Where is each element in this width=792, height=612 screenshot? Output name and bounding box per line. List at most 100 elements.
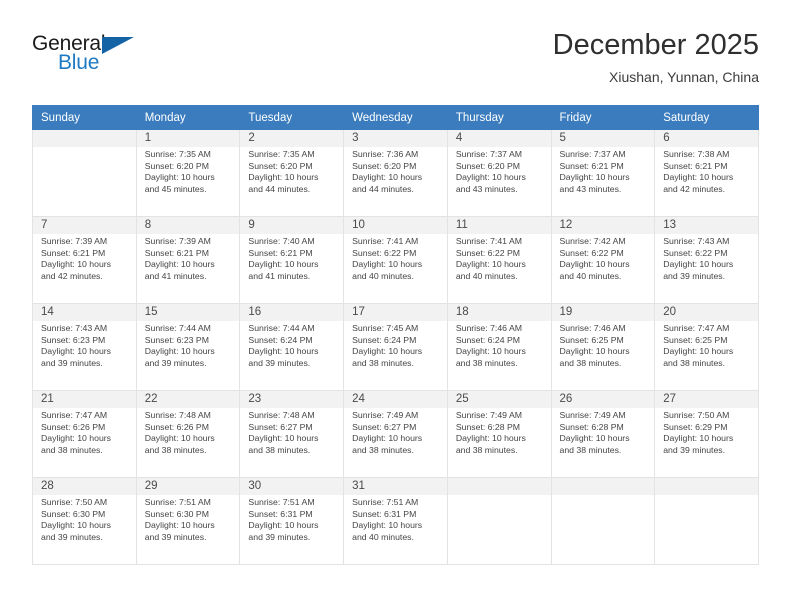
calendar-day-cell[interactable]: 5 Sunrise: 7:37 AM Sunset: 6:21 PM Daylight… xyxy=(550,129,656,217)
day-info-line: and 43 minutes. xyxy=(559,183,622,194)
day-info-line: Sunrise: 7:42 AM xyxy=(559,236,626,246)
calendar-day-cell-empty xyxy=(32,129,137,217)
day-info-line: Sunset: 6:24 PM xyxy=(455,334,521,345)
day-number: 22 xyxy=(136,391,240,408)
day-info-line: Daylight: 10 hours xyxy=(663,259,734,270)
day-info-line: Daylight: 10 hours xyxy=(663,172,734,183)
calendar-day-cell[interactable]: 9 Sunrise: 7:40 AM Sunset: 6:21 PM Daylight… xyxy=(239,216,345,304)
day-info-line: Daylight: 10 hours xyxy=(248,172,319,183)
day-info-line: Sunrise: 7:47 AM xyxy=(663,323,730,333)
calendar-week-row: 1 Sunrise: 7:35 AM Sunset: 6:20 PM Daylight… xyxy=(32,129,759,217)
day-cell-content: 6 Sunrise: 7:38 AM Sunset: 6:21 PM Daylight… xyxy=(655,130,758,216)
calendar-day-cell[interactable]: 30 Sunrise: 7:51 AM Sunset: 6:31 PM Dayligh… xyxy=(239,477,345,565)
calendar-day-cell[interactable]: 3 Sunrise: 7:36 AM Sunset: 6:20 PM Daylight… xyxy=(343,129,448,217)
calendar-day-cell[interactable]: 16 Sunrise: 7:44 AM Sunset: 6:24 PM Dayligh… xyxy=(239,303,345,391)
day-info-line: Sunrise: 7:36 AM xyxy=(352,149,419,159)
day-sun-info: Sunrise: 7:37 AM Sunset: 6:21 PM Daylight:… xyxy=(552,147,655,195)
calendar-day-cell[interactable]: 26 Sunrise: 7:49 AM Sunset: 6:28 PM Dayligh… xyxy=(550,390,656,478)
day-info-line: Daylight: 10 hours xyxy=(352,172,423,183)
day-sun-info: Sunrise: 7:49 AM Sunset: 6:28 PM Daylight:… xyxy=(552,408,655,456)
day-info-line: Sunrise: 7:48 AM xyxy=(144,410,211,420)
day-info-line: Sunrise: 7:44 AM xyxy=(144,323,211,333)
calendar-day-cell[interactable]: 4 Sunrise: 7:37 AM Sunset: 6:20 PM Daylight… xyxy=(446,129,552,217)
day-info-line: and 38 minutes. xyxy=(352,357,414,368)
calendar-day-cell[interactable]: 15 Sunrise: 7:44 AM Sunset: 6:23 PM Dayligh… xyxy=(135,303,241,391)
calendar-day-cell[interactable]: 25 Sunrise: 7:49 AM Sunset: 6:28 PM Dayligh… xyxy=(446,390,552,478)
day-sun-info: Sunrise: 7:45 AM Sunset: 6:24 PM Daylight:… xyxy=(344,321,447,369)
day-info-line: and 38 minutes. xyxy=(663,357,726,368)
day-sun-info: Sunrise: 7:48 AM Sunset: 6:26 PM Daylight:… xyxy=(137,408,240,456)
page-title: December 2025 xyxy=(552,29,759,61)
day-info-line: Sunrise: 7:43 AM xyxy=(41,323,108,333)
day-info-line: Sunrise: 7:35 AM xyxy=(144,149,211,159)
day-info-line: Sunset: 6:24 PM xyxy=(248,334,313,345)
day-number: 28 xyxy=(33,478,136,495)
calendar-day-cell[interactable]: 23 Sunrise: 7:48 AM Sunset: 6:27 PM Dayligh… xyxy=(239,390,345,478)
day-info-line: Sunset: 6:22 PM xyxy=(352,247,417,258)
calendar-day-cell[interactable]: 6 Sunrise: 7:38 AM Sunset: 6:21 PM Daylight… xyxy=(654,129,759,217)
title-block: December 2025 Xiushan, Yunnan, China xyxy=(553,28,759,87)
day-cell-content: 17 Sunrise: 7:45 AM Sunset: 6:24 PM Dayligh… xyxy=(344,304,447,390)
calendar-day-cell[interactable]: 8 Sunrise: 7:39 AM Sunset: 6:21 PM Daylight… xyxy=(135,216,241,304)
calendar-day-cell[interactable]: 1 Sunrise: 7:35 AM Sunset: 6:20 PM Daylight… xyxy=(135,129,241,217)
triangle-flag-icon xyxy=(102,37,134,54)
calendar-day-cell[interactable]: 7 Sunrise: 7:39 AM Sunset: 6:21 PM Daylight… xyxy=(32,216,137,304)
calendar-day-cell[interactable]: 24 Sunrise: 7:49 AM Sunset: 6:27 PM Dayligh… xyxy=(343,390,448,478)
day-cell-content: 2 Sunrise: 7:35 AM Sunset: 6:20 PM Daylight… xyxy=(240,130,344,216)
calendar-day-cell[interactable]: 22 Sunrise: 7:48 AM Sunset: 6:26 PM Dayligh… xyxy=(135,390,241,478)
day-info-line: Sunrise: 7:46 AM xyxy=(455,323,522,333)
calendar-day-cell[interactable]: 2 Sunrise: 7:35 AM Sunset: 6:20 PM Daylight… xyxy=(239,129,345,217)
day-info-line: and 38 minutes. xyxy=(41,444,103,455)
weekday-header-wednesday: Wednesday xyxy=(343,105,448,130)
day-cell-content xyxy=(655,478,758,564)
calendar-day-cell[interactable]: 20 Sunrise: 7:47 AM Sunset: 6:25 PM Dayligh… xyxy=(654,303,759,391)
day-number: 29 xyxy=(136,478,240,495)
day-info-line: Daylight: 10 hours xyxy=(352,259,423,270)
day-cell-content: 10 Sunrise: 7:41 AM Sunset: 6:22 PM Dayligh… xyxy=(344,217,447,303)
calendar-day-cell[interactable]: 17 Sunrise: 7:45 AM Sunset: 6:24 PM Dayligh… xyxy=(343,303,448,391)
day-number: 8 xyxy=(136,217,240,234)
day-info-line: Sunset: 6:20 PM xyxy=(455,160,521,171)
calendar-day-cell[interactable]: 13 Sunrise: 7:43 AM Sunset: 6:22 PM Dayligh… xyxy=(654,216,759,304)
day-sun-info: Sunrise: 7:36 AM Sunset: 6:20 PM Daylight:… xyxy=(344,147,447,195)
day-number: 13 xyxy=(655,217,758,234)
day-number: 12 xyxy=(551,217,655,234)
calendar-day-cell[interactable]: 21 Sunrise: 7:47 AM Sunset: 6:26 PM Dayligh… xyxy=(32,390,137,478)
weekday-header-saturday: Saturday xyxy=(654,105,759,130)
calendar-day-cell[interactable]: 11 Sunrise: 7:41 AM Sunset: 6:22 PM Dayligh… xyxy=(446,216,552,304)
day-info-line: Sunrise: 7:38 AM xyxy=(663,149,730,159)
day-sun-info: Sunrise: 7:35 AM Sunset: 6:20 PM Daylight:… xyxy=(137,147,240,195)
brand-logo[interactable]: General Blue xyxy=(32,32,212,84)
calendar-day-cell[interactable]: 10 Sunrise: 7:41 AM Sunset: 6:22 PM Dayligh… xyxy=(343,216,448,304)
day-info-line: and 42 minutes. xyxy=(41,270,103,281)
day-number: 27 xyxy=(655,391,758,408)
day-info-line: Sunset: 6:29 PM xyxy=(663,421,728,432)
calendar-day-cell[interactable]: 12 Sunrise: 7:42 AM Sunset: 6:22 PM Dayligh… xyxy=(550,216,656,304)
day-info-line: and 44 minutes. xyxy=(248,183,311,194)
day-sun-info: Sunrise: 7:48 AM Sunset: 6:27 PM Daylight:… xyxy=(240,408,343,456)
calendar-day-cell[interactable]: 18 Sunrise: 7:46 AM Sunset: 6:24 PM Dayligh… xyxy=(446,303,552,391)
day-sun-info: Sunrise: 7:47 AM Sunset: 6:26 PM Daylight:… xyxy=(33,408,136,456)
day-info-line: Sunrise: 7:49 AM xyxy=(559,410,626,420)
day-info-line: Sunrise: 7:41 AM xyxy=(455,236,522,246)
day-info-line: Sunset: 6:30 PM xyxy=(41,508,106,519)
day-number: 5 xyxy=(551,130,655,147)
calendar-day-cell[interactable]: 29 Sunrise: 7:51 AM Sunset: 6:30 PM Dayligh… xyxy=(135,477,241,565)
calendar-day-cell[interactable]: 28 Sunrise: 7:50 AM Sunset: 6:30 PM Dayligh… xyxy=(32,477,137,565)
calendar-week-row: 14 Sunrise: 7:43 AM Sunset: 6:23 PM Dayligh… xyxy=(32,303,759,391)
day-number: 20 xyxy=(655,304,758,321)
calendar-day-cell[interactable]: 31 Sunrise: 7:51 AM Sunset: 6:31 PM Dayligh… xyxy=(343,477,448,565)
day-info-line: Daylight: 10 hours xyxy=(663,346,734,357)
day-info-line: Sunset: 6:25 PM xyxy=(559,334,624,345)
calendar-day-cell[interactable]: 19 Sunrise: 7:46 AM Sunset: 6:25 PM Dayligh… xyxy=(550,303,656,391)
day-info-line: and 39 minutes. xyxy=(248,531,311,542)
day-cell-content: 16 Sunrise: 7:44 AM Sunset: 6:24 PM Dayligh… xyxy=(240,304,344,390)
day-cell-content: 12 Sunrise: 7:42 AM Sunset: 6:22 PM Dayligh… xyxy=(551,217,655,303)
day-info-line: Daylight: 10 hours xyxy=(41,520,112,531)
day-info-line: Sunrise: 7:35 AM xyxy=(248,149,315,159)
calendar-day-cell[interactable]: 27 Sunrise: 7:50 AM Sunset: 6:29 PM Dayligh… xyxy=(654,390,759,478)
day-info-line: Daylight: 10 hours xyxy=(559,259,630,270)
day-cell-content: 22 Sunrise: 7:48 AM Sunset: 6:26 PM Dayligh… xyxy=(136,391,240,477)
day-info-line: Sunset: 6:21 PM xyxy=(144,247,209,258)
calendar-day-cell[interactable]: 14 Sunrise: 7:43 AM Sunset: 6:23 PM Dayligh… xyxy=(32,303,137,391)
